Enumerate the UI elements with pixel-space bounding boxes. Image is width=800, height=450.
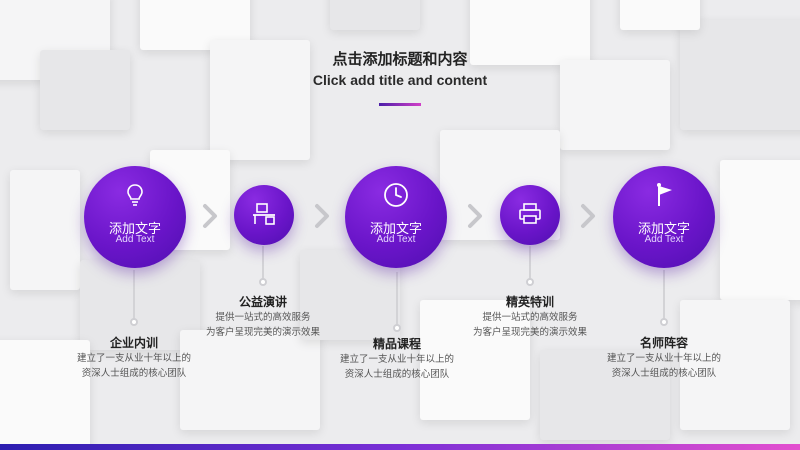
chevron-right-icon bbox=[203, 204, 217, 228]
step-2-label: 公益演讲 bbox=[238, 295, 287, 309]
page-title: 点击添加标题和内容 bbox=[332, 50, 468, 68]
bottom-gradient-bar bbox=[0, 444, 800, 450]
step-3-desc-line-2: 资深人士组成的核心团队 bbox=[344, 369, 450, 380]
connector-dot-1 bbox=[130, 318, 138, 326]
step-4-circle[interactable] bbox=[500, 185, 560, 245]
step-1-desc-line-2: 资深人士组成的核心团队 bbox=[81, 368, 187, 379]
chevron-right-icon bbox=[315, 204, 329, 228]
step-5-desc-line-1: 建立了一支从业十年以上的 bbox=[606, 353, 721, 364]
title-accent-bar bbox=[379, 103, 421, 106]
chevron-right-icon bbox=[581, 204, 595, 228]
step-1-circle-sub: Add Text bbox=[115, 234, 155, 245]
chevron-right-icon bbox=[468, 204, 482, 228]
connector-dot-3 bbox=[393, 324, 401, 332]
connector-dot-4 bbox=[526, 278, 534, 286]
printer-icon bbox=[518, 203, 542, 229]
clock-icon bbox=[383, 182, 409, 212]
connector-dot-2 bbox=[259, 278, 267, 286]
step-1-desc-line-1: 建立了一支从业十年以上的 bbox=[76, 353, 191, 364]
connector-line-1 bbox=[133, 270, 135, 322]
step-5-circle-sub: Add Text bbox=[644, 234, 684, 245]
step-2-circle[interactable] bbox=[234, 185, 294, 245]
connector-line-2 bbox=[262, 246, 264, 282]
step-3-circle-sub: Add Text bbox=[376, 234, 416, 245]
connector-line-4 bbox=[529, 246, 531, 282]
step-3-desc-line-1: 建立了一支从业十年以上的 bbox=[339, 354, 454, 365]
connector-line-5 bbox=[663, 270, 665, 322]
step-2-desc-line-1: 提供一站式的高效服务 bbox=[215, 312, 311, 323]
step-1-circle[interactable]: 添加文字 Add Text bbox=[84, 166, 186, 268]
step-4-desc-line-1: 提供一站式的高效服务 bbox=[482, 312, 578, 323]
flag-icon bbox=[653, 182, 675, 212]
step-4-label: 精英特训 bbox=[505, 295, 554, 309]
step-5-desc-line-2: 资深人士组成的核心团队 bbox=[611, 368, 717, 379]
step-5-circle[interactable]: 添加文字 Add Text bbox=[613, 166, 715, 268]
page-subtitle: Click add title and content bbox=[312, 72, 488, 88]
step-3-circle[interactable]: 添加文字 Add Text bbox=[345, 166, 447, 268]
lightbulb-icon bbox=[125, 183, 145, 211]
connector-dot-5 bbox=[660, 318, 668, 326]
connector-line-3 bbox=[396, 272, 398, 328]
desk-icon bbox=[251, 202, 277, 230]
step-5-label: 名师阵容 bbox=[639, 336, 688, 350]
